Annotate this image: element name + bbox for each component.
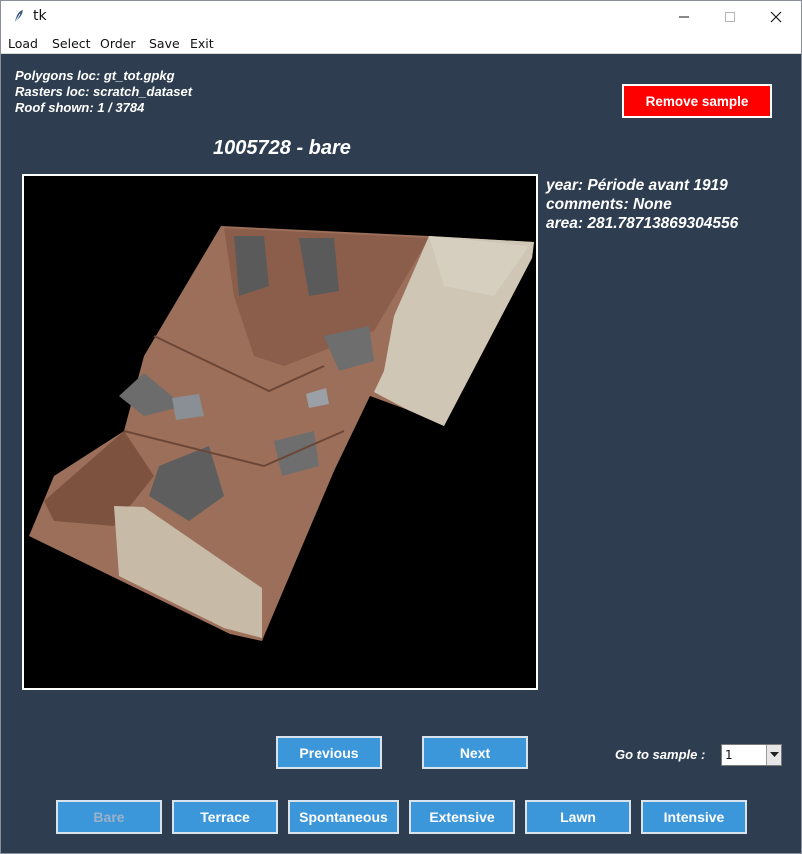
rasters-location: Rasters loc: scratch_dataset [15, 84, 193, 99]
class-terrace-button[interactable]: Terrace [172, 800, 278, 834]
class-lawn-button[interactable]: Lawn [525, 800, 631, 834]
sample-year: year: Période avant 1919 [546, 177, 728, 194]
class-bare-button[interactable]: Bare [56, 800, 162, 834]
goto-sample-combobox[interactable]: 1 [721, 744, 782, 766]
class-intensive-button[interactable]: Intensive [641, 800, 747, 834]
remove-sample-button[interactable]: Remove sample [622, 84, 772, 118]
maximize-icon [724, 8, 736, 27]
sample-comments: comments: None [546, 196, 672, 213]
roof-aerial-image [24, 176, 536, 688]
roof-counter: Roof shown: 1 / 3784 [15, 100, 145, 115]
minimize-icon [678, 8, 690, 27]
previous-button[interactable]: Previous [276, 736, 382, 769]
menu-bar: Load Select Order Save Exit [1, 33, 801, 54]
menu-select[interactable]: Select [52, 36, 91, 51]
class-extensive-button[interactable]: Extensive [409, 800, 515, 834]
chevron-down-icon[interactable] [766, 745, 781, 765]
menu-exit[interactable]: Exit [190, 36, 214, 51]
minimize-button[interactable] [661, 1, 707, 33]
title-bar: tk [1, 1, 801, 33]
roof-image [22, 174, 538, 690]
polygons-location: Polygons loc: gt_tot.gpkg [15, 68, 175, 83]
close-button[interactable] [753, 1, 799, 33]
sample-area: area: 281.78713869304556 [546, 215, 739, 232]
goto-sample-label: Go to sample : [615, 747, 706, 762]
maximize-button[interactable] [707, 1, 753, 33]
window-title: tk [33, 8, 47, 24]
menu-save[interactable]: Save [149, 36, 180, 51]
sample-title: 1005728 - bare [213, 137, 351, 159]
feather-icon [11, 9, 25, 25]
menu-load[interactable]: Load [8, 36, 38, 51]
next-button[interactable]: Next [422, 736, 528, 769]
close-icon [770, 8, 782, 27]
app-window: tk Load Select Order Save Exit Polygons … [0, 0, 802, 854]
class-spontaneous-button[interactable]: Spontaneous [288, 800, 399, 834]
goto-sample-value: 1 [725, 748, 733, 762]
menu-order[interactable]: Order [100, 36, 136, 51]
